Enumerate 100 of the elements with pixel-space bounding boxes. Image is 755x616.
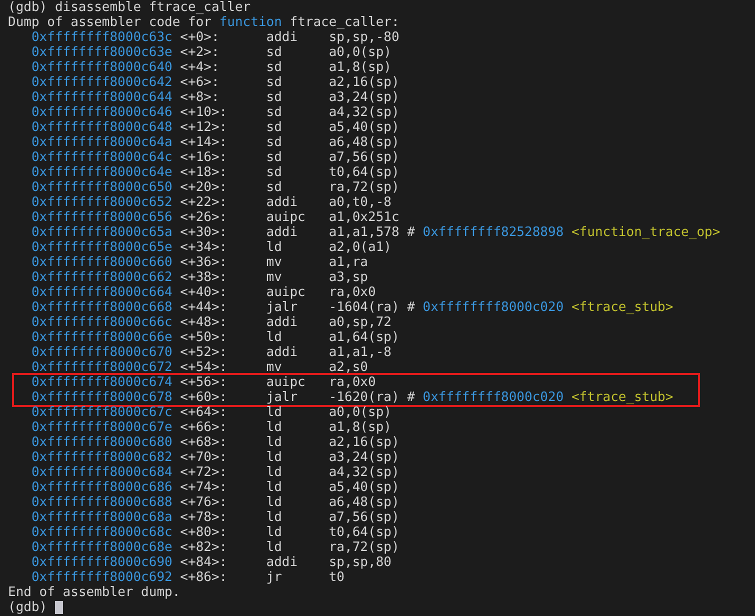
operands-text: t0,64(sp): [328, 525, 400, 540]
operands-text: a0,0(sp): [328, 45, 392, 60]
operands-text: sp,sp,-80: [328, 30, 400, 45]
comment-hash: #: [407, 300, 415, 315]
mnemonic-text: sd: [266, 45, 283, 60]
mnemonic-text: mv: [266, 255, 283, 270]
address-text: 0xffffffff8000c67c: [31, 405, 174, 420]
mnemonic-text: ld: [266, 540, 283, 555]
operands-text: a1,64(sp): [328, 330, 400, 345]
mnemonic-text: auipc: [266, 285, 306, 300]
mnemonic-text: sd: [266, 180, 283, 195]
address-text: 0xffffffff8000c67e: [31, 420, 174, 435]
operands-text: a1,a1,578: [328, 225, 400, 240]
mnemonic-text: mv: [266, 270, 283, 285]
prompt-text: (gdb): [8, 0, 48, 15]
address-text: 0xffffffff8000c64e: [31, 165, 174, 180]
offset-text: <+74>:: [180, 480, 228, 495]
mnemonic-text: sd: [266, 120, 283, 135]
offset-text: <+16>:: [180, 150, 228, 165]
prompt-text: (gdb): [8, 600, 48, 615]
offset-text: <+82>:: [180, 540, 228, 555]
operands-text: a2,16(sp): [328, 75, 400, 90]
offset-text: <+26>:: [180, 210, 228, 225]
offset-text: <+30>:: [180, 225, 228, 240]
mnemonic-text: sd: [266, 105, 283, 120]
address-text: 0xffffffff8000c692: [31, 570, 174, 585]
target-address-text: 0xffffffff8000c020: [422, 390, 564, 405]
mnemonic-text: auipc: [266, 210, 306, 225]
offset-text: <+18>:: [180, 165, 228, 180]
offset-text: <+56>:: [180, 375, 228, 390]
operands-text: a3,24(sp): [328, 450, 400, 465]
operands-text: ra,0x0: [328, 285, 376, 300]
address-text: 0xffffffff8000c688: [31, 495, 174, 510]
offset-text: <+64>:: [180, 405, 228, 420]
address-text: 0xffffffff8000c65e: [31, 240, 174, 255]
mnemonic-text: sd: [266, 165, 283, 180]
offset-text: <+70>:: [180, 450, 228, 465]
target-address-text: 0xffffffff82528898: [422, 225, 564, 240]
operands-text: a1,ra: [328, 255, 368, 270]
address-text: 0xffffffff8000c63e: [31, 45, 174, 60]
operands-text: a7,56(sp): [328, 150, 400, 165]
address-text: 0xffffffff8000c66c: [31, 315, 174, 330]
footer-text: End of assembler dump.: [8, 585, 180, 600]
operands-text: a7,56(sp): [328, 510, 400, 525]
address-text: 0xffffffff8000c662: [31, 270, 174, 285]
operands-text: -1604(ra): [328, 300, 400, 315]
offset-text: <+14>:: [180, 135, 228, 150]
offset-text: <+80>:: [180, 525, 228, 540]
operands-text: a2,0(a1): [328, 240, 392, 255]
offset-text: <+54>:: [180, 360, 228, 375]
mnemonic-text: sd: [266, 150, 283, 165]
mnemonic-text: addi: [266, 555, 299, 570]
mnemonic-text: ld: [266, 510, 283, 525]
mnemonic-text: jalr: [266, 390, 299, 405]
address-text: 0xffffffff8000c652: [31, 195, 174, 210]
operands-text: ra,0x0: [328, 375, 376, 390]
header-text: Dump of assembler code for: [8, 15, 212, 30]
offset-text: <+60>:: [180, 390, 228, 405]
text-cursor: [54, 601, 63, 614]
offset-text: <+10>:: [180, 105, 228, 120]
address-text: 0xffffffff8000c656: [31, 210, 174, 225]
mnemonic-text: sd: [266, 135, 283, 150]
address-text: 0xffffffff8000c684: [31, 465, 174, 480]
mnemonic-text: ld: [266, 480, 283, 495]
offset-text: <+2>:: [180, 45, 220, 60]
mnemonic-text: ld: [266, 495, 283, 510]
keyword-text: function: [219, 15, 282, 30]
operands-text: a5,40(sp): [328, 120, 400, 135]
offset-text: <+72>:: [180, 465, 228, 480]
address-text: 0xffffffff8000c68e: [31, 540, 174, 555]
mnemonic-text: ld: [266, 435, 283, 450]
address-text: 0xffffffff8000c674: [31, 375, 174, 390]
offset-text: <+4>:: [180, 60, 220, 75]
operands-text: a3,sp: [328, 270, 368, 285]
offset-text: <+0>:: [180, 30, 220, 45]
mnemonic-text: addi: [266, 345, 299, 360]
mnemonic-text: jr: [266, 570, 283, 585]
mnemonic-text: auipc: [266, 375, 306, 390]
address-text: 0xffffffff8000c64a: [31, 135, 174, 150]
address-text: 0xffffffff8000c680: [31, 435, 174, 450]
offset-text: <+40>:: [180, 285, 228, 300]
operands-text: a1,a1,-8: [328, 345, 392, 360]
operands-text: a3,24(sp): [328, 90, 400, 105]
operands-text: ra,72(sp): [328, 180, 400, 195]
comment-hash: #: [407, 225, 415, 240]
address-text: 0xffffffff8000c66e: [31, 330, 174, 345]
operands-text: a1,8(sp): [328, 60, 392, 75]
address-text: 0xffffffff8000c646: [31, 105, 174, 120]
mnemonic-text: sd: [266, 60, 283, 75]
offset-text: <+20>:: [180, 180, 228, 195]
operands-text: a0,t0,-8: [328, 195, 392, 210]
operands-text: a1,0x251c: [328, 210, 400, 225]
offset-text: <+8>:: [180, 90, 220, 105]
mnemonic-text: ld: [266, 240, 283, 255]
mnemonic-text: ld: [266, 465, 283, 480]
mnemonic-text: ld: [266, 450, 283, 465]
address-text: 0xffffffff8000c63c: [31, 30, 174, 45]
offset-text: <+50>:: [180, 330, 228, 345]
address-text: 0xffffffff8000c670: [31, 345, 174, 360]
address-text: 0xffffffff8000c672: [31, 360, 174, 375]
